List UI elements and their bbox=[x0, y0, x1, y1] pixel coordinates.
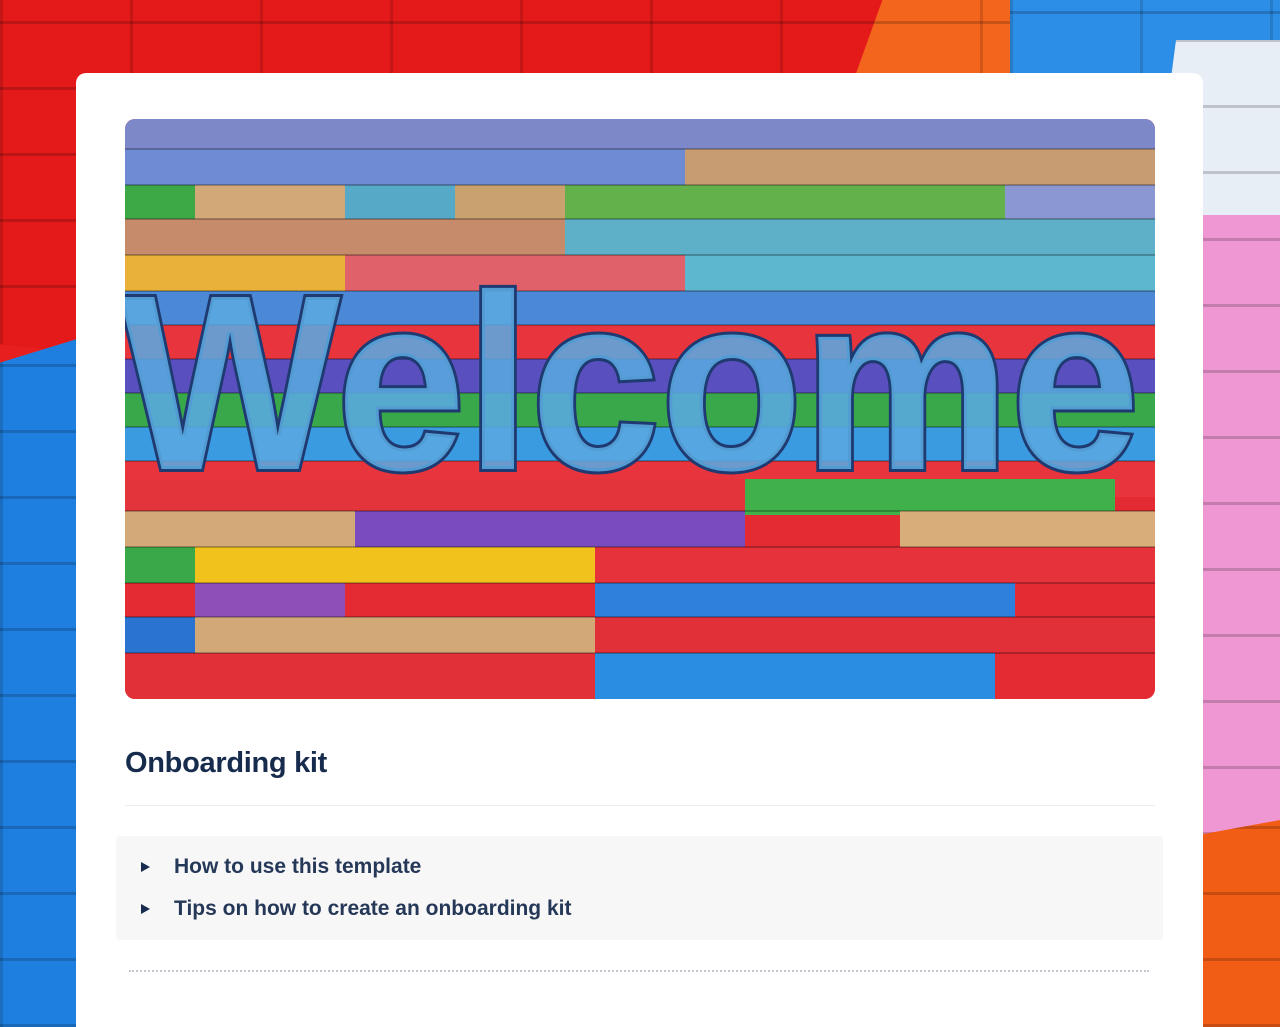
hero-welcome-text: Welcome bbox=[125, 243, 1140, 522]
hero-image: Welcome bbox=[125, 119, 1155, 699]
page-title: Onboarding kit bbox=[125, 747, 328, 779]
expand-label: How to use this template bbox=[174, 855, 422, 878]
mural-orange-bricks-bottom bbox=[1190, 820, 1280, 1027]
expand-tips[interactable]: Tips on how to create an onboarding kit bbox=[116, 888, 1163, 930]
expand-panel: How to use this template Tips on how to … bbox=[116, 836, 1163, 940]
title-divider bbox=[125, 805, 1155, 806]
expand-label: Tips on how to create an onboarding kit bbox=[174, 897, 572, 920]
triangle-right-icon bbox=[141, 904, 150, 914]
page-card: Welcome Onboarding kit How to use this t… bbox=[76, 73, 1203, 1027]
triangle-right-icon bbox=[141, 862, 150, 872]
expand-how-to-use[interactable]: How to use this template bbox=[116, 846, 1163, 888]
dotted-divider bbox=[129, 970, 1149, 972]
mural-pink-bricks bbox=[1190, 215, 1280, 835]
welcome-wall-picture: Welcome bbox=[125, 119, 1155, 699]
